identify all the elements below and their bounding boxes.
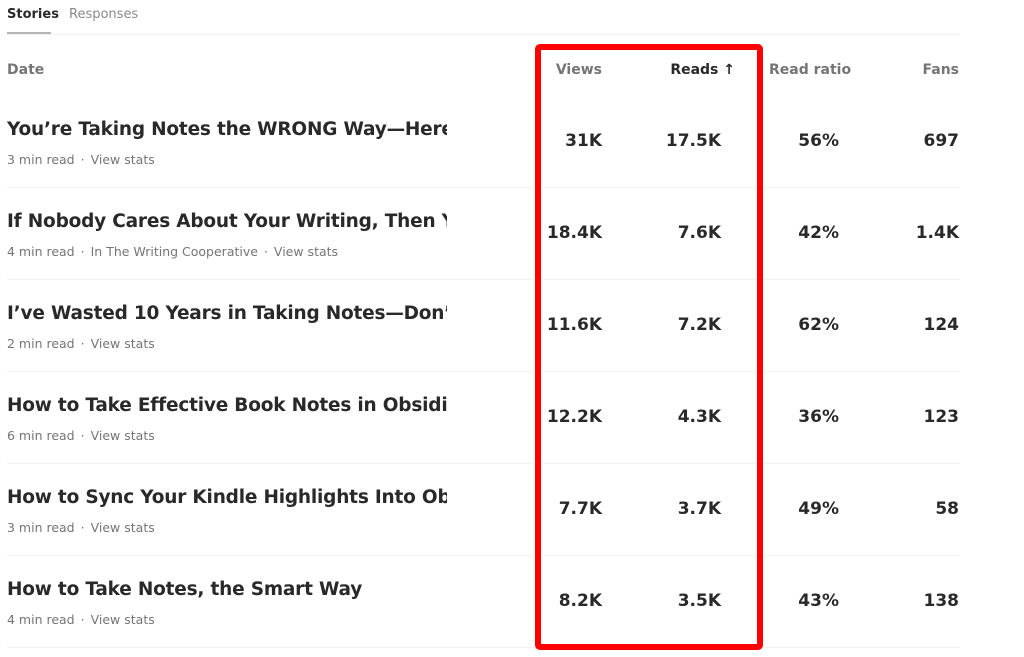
- reads-value: 3.7K: [677, 499, 721, 519]
- column-header-reads-label: Reads: [670, 62, 719, 78]
- meta-separator: ·: [80, 152, 85, 167]
- table-row: You’re Taking Notes the WRONG Way—Here’.…: [0, 95, 1024, 188]
- column-header-date[interactable]: Date: [7, 62, 44, 78]
- table-row: If Nobody Cares About Your Writing, Then…: [0, 187, 1024, 280]
- view-stats-link[interactable]: View stats: [274, 244, 338, 259]
- story-title[interactable]: If Nobody Cares About Your Writing, Then…: [7, 211, 447, 232]
- column-header-fans[interactable]: Fans: [923, 62, 960, 78]
- reads-value: 3.5K: [677, 591, 721, 611]
- sort-ascending-arrow-icon: ↑: [723, 62, 735, 78]
- read-time: 6 min read: [7, 428, 75, 443]
- read-ratio-value: 36%: [798, 407, 839, 427]
- stories-table: You’re Taking Notes the WRONG Way—Here’.…: [0, 95, 1024, 648]
- meta-separator: ·: [263, 244, 268, 259]
- read-time: 3 min read: [7, 520, 75, 535]
- read-ratio-value: 62%: [798, 315, 839, 335]
- meta-separator: ·: [80, 336, 85, 351]
- story-title[interactable]: How to Take Effective Book Notes in Obsi…: [7, 395, 447, 416]
- story-title[interactable]: How to Sync Your Kindle Highlights Into …: [7, 487, 447, 508]
- views-value: 8.2K: [558, 591, 602, 611]
- read-time: 3 min read: [7, 152, 75, 167]
- view-stats-link[interactable]: View stats: [91, 336, 155, 351]
- tab-stories[interactable]: Stories: [7, 7, 59, 22]
- story-meta: 4 min read · In The Writing Cooperative · Vi…: [7, 244, 338, 259]
- column-header-views[interactable]: Views: [556, 62, 602, 78]
- table-row: How to Sync Your Kindle Highlights Into …: [0, 463, 1024, 556]
- story-title[interactable]: I’ve Wasted 10 Years in Taking Notes—Don…: [7, 303, 447, 324]
- story-meta: 6 min read · View stats: [7, 428, 155, 443]
- story-meta: 3 min read · View stats: [7, 152, 155, 167]
- fans-value: 1.4K: [915, 223, 959, 243]
- meta-separator: ·: [80, 520, 85, 535]
- story-meta: 4 min read · View stats: [7, 612, 155, 627]
- views-value: 18.4K: [546, 223, 602, 243]
- views-value: 31K: [565, 131, 602, 151]
- fans-value: 58: [935, 499, 959, 519]
- tab-responses[interactable]: Responses: [69, 7, 138, 22]
- story-title[interactable]: You’re Taking Notes the WRONG Way—Here’.…: [7, 119, 447, 140]
- table-row: I’ve Wasted 10 Years in Taking Notes—Don…: [0, 279, 1024, 372]
- read-time: 4 min read: [7, 244, 75, 259]
- reads-value: 7.2K: [677, 315, 721, 335]
- reads-value: 4.3K: [677, 407, 721, 427]
- read-ratio-value: 56%: [798, 131, 839, 151]
- views-value: 11.6K: [546, 315, 602, 335]
- fans-value: 124: [923, 315, 960, 335]
- view-stats-link[interactable]: View stats: [91, 152, 155, 167]
- active-tab-indicator: [7, 32, 51, 34]
- meta-separator: ·: [80, 428, 85, 443]
- meta-separator: ·: [80, 612, 85, 627]
- read-ratio-value: 49%: [798, 499, 839, 519]
- views-value: 7.7K: [558, 499, 602, 519]
- read-ratio-value: 42%: [798, 223, 839, 243]
- read-time: 2 min read: [7, 336, 75, 351]
- views-value: 12.2K: [546, 407, 602, 427]
- column-header-read-ratio[interactable]: Read ratio: [769, 62, 851, 78]
- fans-value: 138: [923, 591, 960, 611]
- fans-value: 697: [923, 131, 960, 151]
- read-time: 4 min read: [7, 612, 75, 627]
- table-header: Date Views Reads ↑ Read ratio Fans: [0, 60, 1024, 82]
- reads-value: 7.6K: [677, 223, 721, 243]
- table-row: How to Take Effective Book Notes in Obsi…: [0, 371, 1024, 464]
- table-row: How to Take Notes, the Smart Way 4 min r…: [0, 555, 1024, 648]
- column-header-reads[interactable]: Reads ↑: [670, 62, 735, 78]
- fans-value: 123: [923, 407, 960, 427]
- story-meta: 3 min read · View stats: [7, 520, 155, 535]
- reads-value: 17.5K: [665, 131, 721, 151]
- read-ratio-value: 43%: [798, 591, 839, 611]
- publication-link[interactable]: In The Writing Cooperative: [91, 244, 258, 259]
- view-stats-link[interactable]: View stats: [91, 428, 155, 443]
- story-title[interactable]: How to Take Notes, the Smart Way: [7, 579, 447, 600]
- tab-bar: Stories Responses: [7, 0, 960, 35]
- story-meta: 2 min read · View stats: [7, 336, 155, 351]
- view-stats-link[interactable]: View stats: [91, 612, 155, 627]
- view-stats-link[interactable]: View stats: [91, 520, 155, 535]
- row-divider: [7, 647, 960, 648]
- meta-separator: ·: [80, 244, 85, 259]
